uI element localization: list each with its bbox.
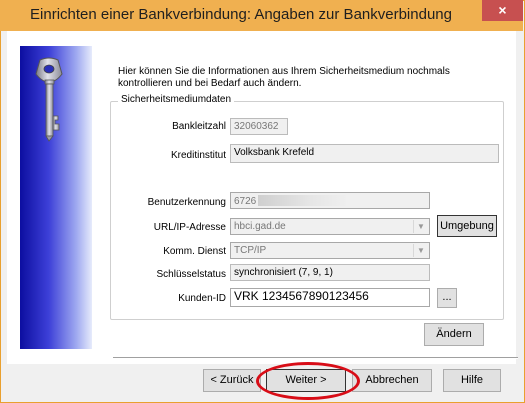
umgebung-button[interactable]: Umgebung [437, 215, 497, 237]
benutzerkennung-field: 6726 [230, 192, 430, 209]
chevron-down-icon[interactable]: ▼ [413, 220, 428, 233]
schluesselstatus-label: Schlüsselstatus [156, 269, 226, 280]
window-title: Einrichten einer Bankverbindung: Angaben… [30, 6, 452, 23]
schluesselstatus-field: synchronisiert (7, 9, 1) [230, 264, 430, 281]
intro-text: Hier können Sie die Informationen aus Ih… [118, 66, 450, 89]
kreditinstitut-label: Kreditinstitut [170, 150, 226, 161]
masked-value [258, 195, 347, 206]
bankleitzahl-field: 32060362 [230, 118, 288, 135]
kunden-id-label: Kunden-ID [178, 293, 226, 304]
close-button[interactable]: × [482, 0, 523, 21]
benutzerkennung-label: Benutzerkennung [147, 197, 226, 208]
kreditinstitut-field: Volksbank Krefeld [230, 144, 499, 163]
ellipsis-button[interactable]: ... [437, 288, 457, 308]
url-value: hbci.gad.de [234, 221, 286, 232]
footer-separator [113, 357, 518, 359]
komm-dienst-label: Komm. Dienst [163, 246, 226, 257]
aendern-button[interactable]: Ändern [424, 323, 484, 346]
groupbox-legend: Sicherheitsmediumdaten [118, 94, 235, 105]
back-button[interactable]: < Zurück [203, 369, 261, 392]
url-combobox[interactable]: hbci.gad.de ▼ [230, 218, 430, 235]
close-icon: × [498, 2, 507, 18]
next-button[interactable]: Weiter > [266, 369, 346, 392]
url-label: URL/IP-Adresse [153, 222, 226, 233]
cancel-button[interactable]: Abbrechen [352, 369, 432, 392]
komm-dienst-value: TCP/IP [234, 245, 267, 256]
komm-dienst-combobox[interactable]: TCP/IP ▼ [230, 242, 430, 259]
key-icon [35, 57, 63, 142]
chevron-down-icon[interactable]: ▼ [413, 244, 428, 257]
kunden-id-input[interactable]: VRK 1234567890123456 [230, 288, 430, 307]
benutzerkennung-value: 6726 [234, 196, 257, 207]
bankleitzahl-label: Bankleitzahl [172, 121, 226, 132]
title-bar[interactable]: Einrichten einer Bankverbindung: Angaben… [0, 0, 523, 31]
help-button[interactable]: Hilfe [443, 369, 501, 392]
